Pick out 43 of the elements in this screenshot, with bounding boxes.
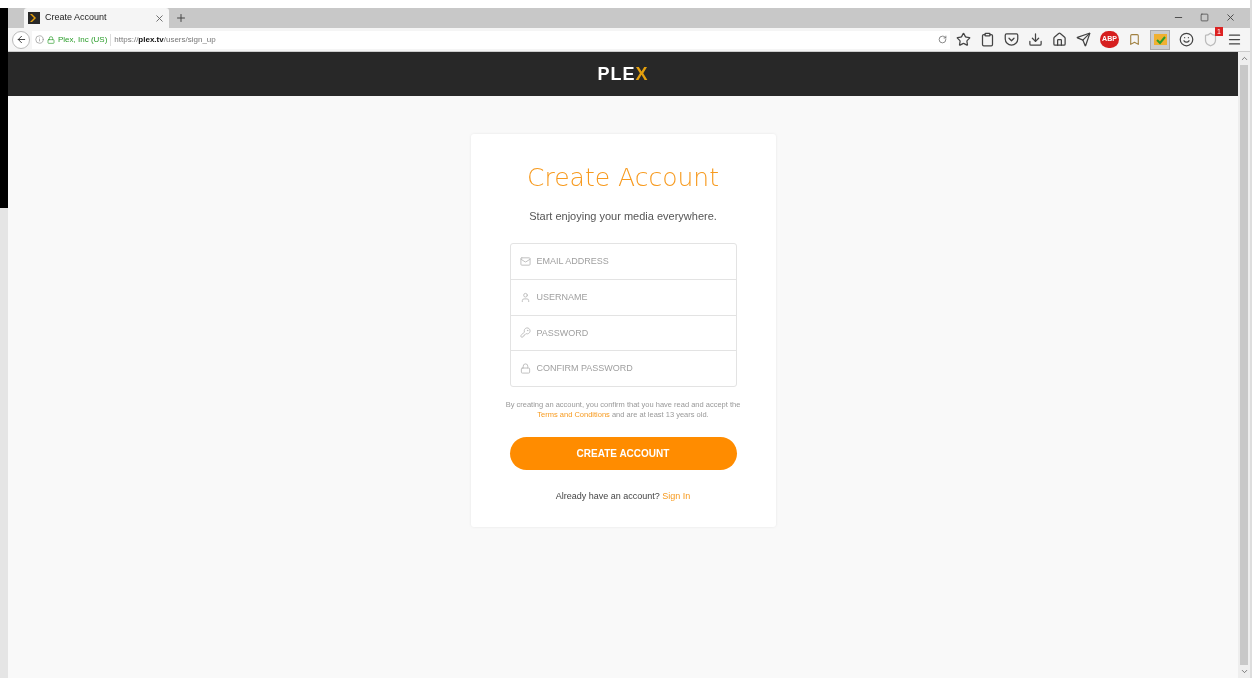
scroll-thumb[interactable] bbox=[1240, 65, 1248, 665]
lock-icon bbox=[47, 35, 55, 44]
input-field[interactable]: EMAIL ADDRESS bbox=[536, 243, 727, 279]
close-icon[interactable] bbox=[1225, 12, 1236, 23]
subtitle: Start enjoying your media everywhere. bbox=[529, 209, 717, 224]
logo[interactable]: PLEX bbox=[597, 60, 649, 88]
input-field[interactable]: CONFIRM PASSWORD bbox=[536, 351, 727, 386]
reload-icon[interactable] bbox=[938, 35, 947, 44]
bookmark-icon[interactable] bbox=[1128, 33, 1141, 46]
chat-icon[interactable] bbox=[1179, 32, 1194, 47]
scrollbar[interactable] bbox=[1238, 52, 1250, 678]
form-title: Create Account bbox=[527, 162, 719, 194]
user-icon bbox=[519, 291, 531, 303]
address-bar[interactable]: Plex, Inc (US) https://plex.tv/users/sign_up bbox=[32, 30, 950, 49]
star-icon[interactable] bbox=[956, 32, 971, 47]
back-button[interactable] bbox=[12, 30, 30, 49]
pocket-icon[interactable] bbox=[1004, 32, 1019, 47]
menu-icon[interactable] bbox=[1227, 32, 1242, 47]
close-icon[interactable] bbox=[154, 12, 165, 24]
scroll-up-icon[interactable] bbox=[1239, 54, 1249, 63]
shield-icon[interactable] bbox=[1203, 32, 1218, 47]
new-tab-icon[interactable] bbox=[175, 12, 187, 24]
scroll-down-icon[interactable] bbox=[1239, 667, 1249, 676]
info-icon bbox=[35, 35, 44, 44]
url-text: https://plex.tv/users/sign_up bbox=[114, 33, 216, 46]
send-icon[interactable] bbox=[1076, 32, 1091, 47]
browser-tab[interactable]: Create Account bbox=[24, 8, 169, 28]
site-identity: Plex, Inc (US) bbox=[58, 33, 112, 46]
clipboard-icon[interactable] bbox=[980, 32, 995, 47]
input-field[interactable]: USERNAME bbox=[536, 280, 727, 315]
key-icon bbox=[519, 327, 531, 339]
extension-button[interactable] bbox=[1150, 29, 1170, 50]
signin-prompt: Already have an account? Sign In bbox=[555, 489, 691, 503]
download-icon[interactable] bbox=[1028, 32, 1043, 47]
input-field[interactable]: PASSWORD bbox=[536, 315, 727, 350]
home-icon[interactable] bbox=[1052, 32, 1067, 47]
restore-icon[interactable] bbox=[1200, 13, 1209, 22]
envelope-icon bbox=[519, 255, 531, 267]
back-icon bbox=[15, 34, 27, 45]
lock-icon bbox=[519, 362, 531, 374]
note-icon bbox=[1153, 34, 1167, 45]
tab-title: Create Account bbox=[45, 11, 108, 25]
chevron-logo-icon bbox=[28, 12, 40, 24]
